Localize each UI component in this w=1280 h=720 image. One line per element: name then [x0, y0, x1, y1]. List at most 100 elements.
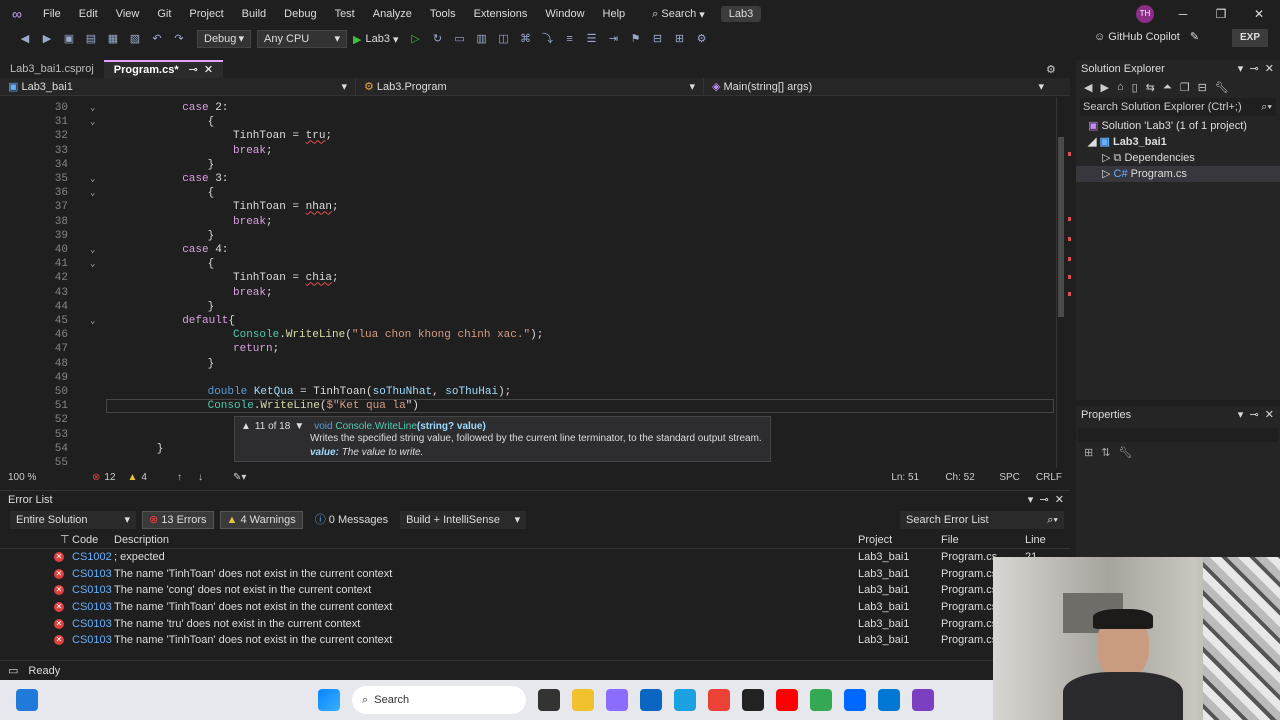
code-line[interactable]: 49: [0, 371, 1056, 385]
column-header-code[interactable]: Code: [72, 531, 98, 549]
sheets-icon[interactable]: [810, 689, 832, 711]
column-header-line[interactable]: Line: [1025, 531, 1046, 549]
back-icon[interactable]: ◀: [1084, 81, 1092, 94]
hot-reload-icon[interactable]: ↻: [430, 31, 446, 47]
config-dropdown[interactable]: Debug ▾: [197, 30, 251, 48]
alphabetical-icon[interactable]: ⇅: [1101, 446, 1110, 459]
visual-studio-taskbar-icon[interactable]: [912, 689, 934, 711]
run-button[interactable]: ▶ Lab3 ▾: [353, 33, 399, 46]
close-icon[interactable]: ✕: [1265, 63, 1274, 75]
menu-item-test[interactable]: Test: [326, 0, 364, 28]
feedback-icon[interactable]: ✎: [1190, 30, 1199, 43]
menu-item-project[interactable]: Project: [180, 0, 232, 28]
code-line[interactable]: 44}: [0, 300, 1056, 314]
warning-count[interactable]: 4: [141, 472, 147, 483]
bookmark-icon[interactable]: ⚑: [628, 31, 644, 47]
code-line[interactable]: 39}: [0, 229, 1056, 243]
code-line[interactable]: 46 Console.WriteLine("lua chon khong chin…: [0, 328, 1056, 342]
code-line[interactable]: 51 Console.WriteLine($"Ket qua la"): [0, 399, 1056, 413]
menu-item-view[interactable]: View: [107, 0, 149, 28]
expand-icon[interactable]: ◢: [1088, 136, 1100, 148]
files-icon[interactable]: ❐: [1180, 81, 1190, 94]
save-icon[interactable]: ▦: [105, 31, 121, 47]
platform-dropdown[interactable]: Any CPU ▾: [257, 30, 347, 48]
zalo-icon[interactable]: [844, 689, 866, 711]
code-line[interactable]: 42 TinhToan = chia;: [0, 271, 1056, 285]
edge-icon[interactable]: [674, 689, 696, 711]
scope-dropdown[interactable]: Entire Solution ▾: [10, 511, 136, 529]
fold-toggle-icon[interactable]: ⌄: [90, 101, 95, 115]
solution-name-badge[interactable]: Lab3: [720, 6, 762, 22]
github-icon[interactable]: [742, 689, 764, 711]
step-icon[interactable]: ⤵: [540, 31, 556, 47]
column-header-description[interactable]: Description: [114, 531, 169, 549]
format-icon[interactable]: ≡: [562, 31, 578, 47]
error-count[interactable]: 12: [104, 472, 115, 483]
view-icon[interactable]: ▯: [1132, 81, 1138, 94]
close-button[interactable]: ✕: [1240, 0, 1278, 28]
menu-item-git[interactable]: Git: [148, 0, 180, 28]
copilot-button[interactable]: ☺ GitHub Copilot ✎: [1094, 30, 1199, 44]
code-line[interactable]: 33 break;: [0, 144, 1056, 158]
menu-item-file[interactable]: File: [34, 0, 70, 28]
settings-gear-icon[interactable]: ⚙: [1046, 63, 1056, 76]
filter-icon[interactable]: ⊤: [60, 531, 70, 549]
collapse-icon[interactable]: ⏶: [1163, 81, 1172, 94]
code-line[interactable]: 48}: [0, 357, 1056, 371]
error-row[interactable]: ✕ CS0103 The name 'TinhToan' does not exis…: [0, 566, 1070, 583]
fold-toggle-icon[interactable]: ⌄: [90, 115, 95, 129]
fold-toggle-icon[interactable]: ⌄: [90, 186, 95, 200]
pin-icon[interactable]: ⊸: [189, 61, 198, 79]
chevron-down-icon[interactable]: ▾: [1238, 63, 1244, 75]
youtube-icon[interactable]: [776, 689, 798, 711]
settings-icon[interactable]: ⚙: [694, 31, 710, 47]
taskbar-search[interactable]: ⌕ Search: [352, 686, 526, 714]
code-line[interactable]: 32 TinhToan = tru;: [0, 129, 1056, 143]
forward-icon[interactable]: ▶: [39, 31, 55, 47]
categorized-icon[interactable]: ⊞: [1084, 446, 1093, 459]
widgets-icon[interactable]: [16, 689, 38, 711]
code-line[interactable]: 38 break;: [0, 215, 1056, 229]
build-source-dropdown[interactable]: Build + IntelliSense ▾: [400, 511, 527, 529]
code-line[interactable]: 34}: [0, 158, 1056, 172]
close-icon[interactable]: ✕: [1055, 494, 1064, 506]
fold-toggle-icon[interactable]: ⌄: [90, 172, 95, 186]
collapse-arrow-icon[interactable]: ▷: [1102, 152, 1114, 164]
code-line[interactable]: 50 double KetQua = TinhToan(soThuNhat, so…: [0, 385, 1056, 399]
code-editor[interactable]: 30 ⌄ case 2: 31 ⌄{32 TinhToan = tru; 33 break; 3…: [0, 97, 1056, 468]
chevron-down-icon[interactable]: ▾: [1238, 409, 1244, 421]
member-dropdown[interactable]: ◈ Main(string[] args) ▾: [704, 78, 1052, 96]
code-line[interactable]: 41 ⌄ {: [0, 257, 1056, 271]
code-line[interactable]: 40 ⌄ case 4:: [0, 243, 1056, 257]
maximize-button[interactable]: ❐: [1202, 0, 1240, 28]
column-header-file[interactable]: File: [941, 531, 959, 549]
properties-object-dropdown[interactable]: [1078, 428, 1278, 442]
warnings-filter-button[interactable]: ▲ 4 Warnings: [219, 511, 303, 529]
back-icon[interactable]: ◀: [17, 31, 33, 47]
errors-filter-button[interactable]: ⊗ 13 Errors: [142, 511, 214, 529]
align-icon[interactable]: ⊟: [650, 31, 666, 47]
pin-icon[interactable]: ⊸: [1039, 494, 1048, 506]
folder-icon[interactable]: ▭: [452, 31, 468, 47]
column-header-project[interactable]: Project: [858, 531, 892, 549]
pin-icon[interactable]: ⊸: [1249, 63, 1258, 75]
tree-item-dependencies[interactable]: ▷ ⧉ Dependencies: [1076, 150, 1280, 166]
comment-icon[interactable]: ☰: [584, 31, 600, 47]
code-line[interactable]: 31 ⌄ {: [0, 115, 1056, 129]
scroll-thumb[interactable]: [1058, 137, 1064, 317]
menu-item-extensions[interactable]: Extensions: [465, 0, 537, 28]
chevron-down-icon[interactable]: ▾: [1028, 494, 1034, 506]
editor-scrollbar[interactable]: [1056, 97, 1071, 468]
error-row[interactable]: ✕ CS0103 The name 'cong' does not exist in…: [0, 582, 1070, 599]
exp-button[interactable]: EXP: [1232, 29, 1268, 47]
project-dropdown[interactable]: ▣ Lab3_bai1 ▾: [0, 77, 356, 96]
monitor-icon[interactable]: [878, 689, 900, 711]
task-view-icon[interactable]: [538, 689, 560, 711]
close-tab-icon[interactable]: ✕: [204, 61, 213, 79]
error-row[interactable]: ✕CS1002; expectedLab3_bai1Program.cs21: [0, 549, 1070, 566]
tab-csproj[interactable]: Lab3_bai1.csproj: [0, 60, 104, 78]
file-explorer-icon[interactable]: [572, 689, 594, 711]
diagram-icon[interactable]: ⊞: [672, 31, 688, 47]
browser-icon[interactable]: ◫: [496, 31, 512, 47]
messages-filter-button[interactable]: ⓘ 0 Messages: [309, 511, 394, 529]
